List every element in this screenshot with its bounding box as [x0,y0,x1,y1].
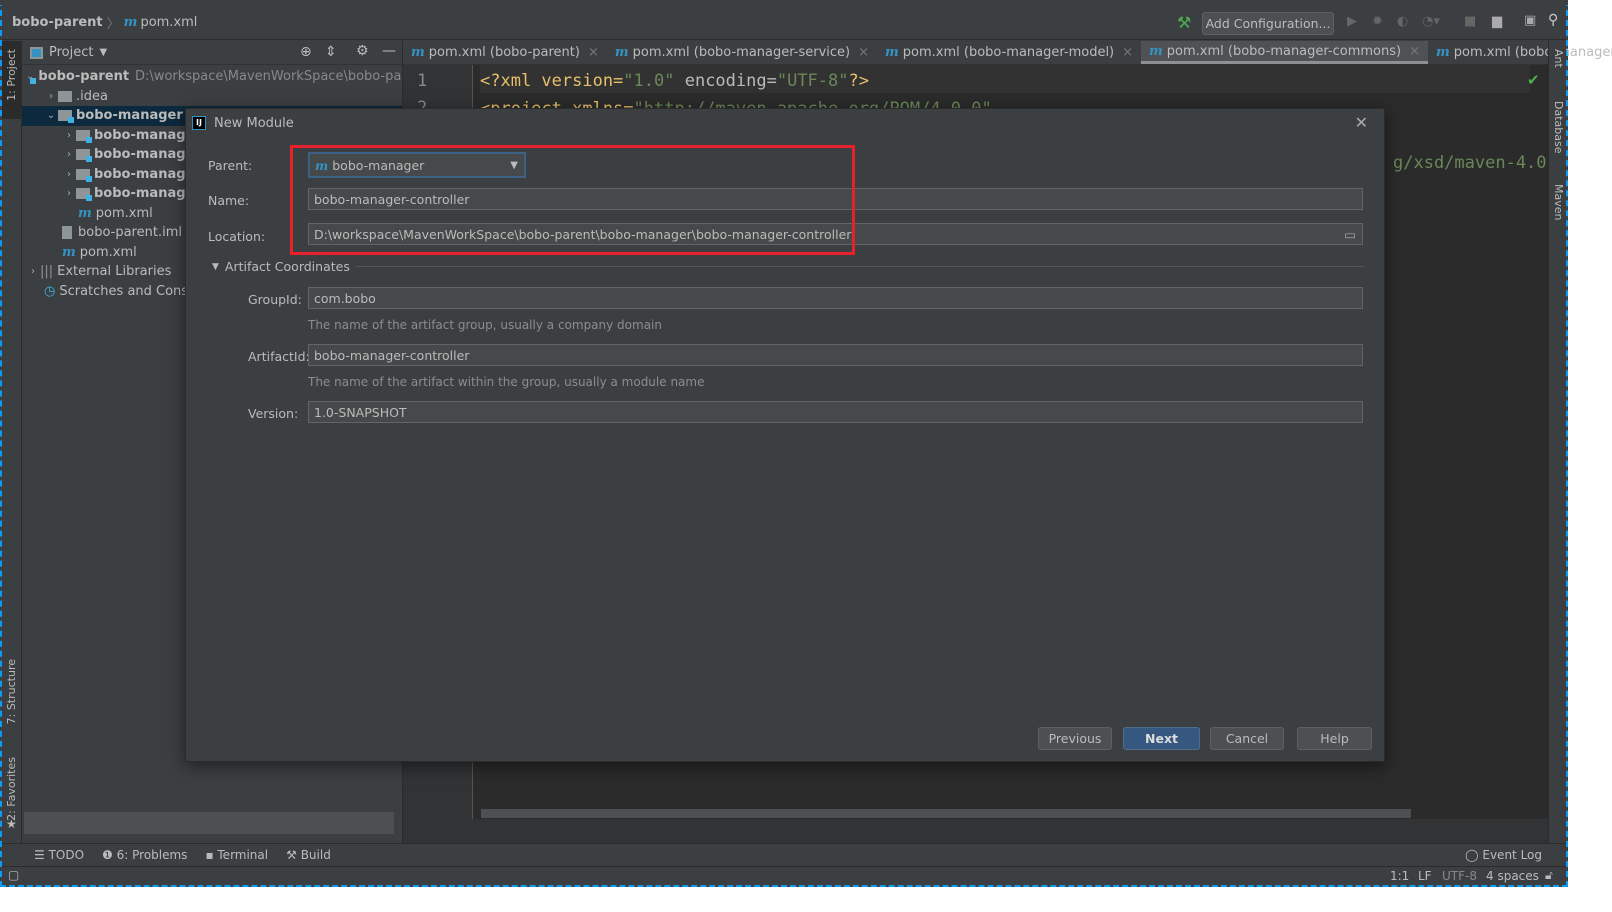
help-button[interactable]: Help [1297,727,1372,750]
editor-tabs: m pom.xml (bobo-parent) × m pom.xml (bobo-m… [403,41,1612,65]
project-tool-tab[interactable]: 1: Project [5,49,18,101]
close-icon[interactable]: ✕ [1355,113,1368,132]
close-icon: × [587,45,599,60]
tool-windows-toggle-icon[interactable]: ▢ [8,868,19,882]
highlight-annotation-box [290,145,855,255]
chevron-down-icon[interactable]: ▼ [99,47,107,58]
breadcrumb-file[interactable]: pom.xml [140,15,197,30]
collapse-all-icon[interactable]: ⇕ [325,44,337,60]
close-icon: × [1122,45,1134,60]
add-configuration-button[interactable]: Add Configuration... [1202,12,1334,35]
debug-icon[interactable]: ✹ [1372,14,1383,29]
groupid-hint: The name of the artifact group, usually … [308,318,662,332]
dialog-title: New Module [214,115,294,131]
line-separator[interactable]: LF [1418,869,1432,883]
maven-tool-tab[interactable]: Maven [1552,184,1565,220]
cancel-button[interactable]: Cancel [1210,727,1284,750]
artifactid-hint: The name of the artifact within the grou… [308,375,705,389]
ant-tool-tab[interactable]: Ant [1552,49,1565,68]
tree-item-bobo-parent[interactable]: ⌄ bobo-parent D:\workspace\MavenWorkSpace\… [22,67,402,87]
coverage-icon[interactable]: ◐ [1397,14,1408,29]
locate-icon[interactable]: ⊕ [300,44,312,60]
status-bar: ▢ 1:1 LF UTF-8 4 spaces 🔓︎ [2,866,1566,885]
project-view-icon [30,46,43,59]
gear-icon[interactable]: ⚙ [356,43,369,59]
tab-pom-bobo-parent[interactable]: m pom.xml (bobo-parent) × [403,41,607,64]
right-tool-strip: Ant Database Maven [1548,41,1566,843]
problems-tool[interactable]: ❶ 6: Problems [102,848,187,862]
collapse-triangle-icon: ▼ [212,261,219,272]
tool-window-bar: ☰ TODO ❶ 6: Problems ▪ Terminal ⚒ Build … [2,843,1566,866]
lock-icon[interactable]: 🔓︎ [1545,868,1553,883]
favorites-tool-tab[interactable]: 2: Favorites [5,757,18,821]
build-tool[interactable]: ⚒ Build [286,848,331,862]
parent-label: Parent: [208,158,253,173]
profile-icon[interactable]: ◔▾ [1422,14,1440,29]
close-icon: × [858,45,869,60]
run-icon[interactable]: ▶ [1347,14,1357,29]
name-label: Name: [208,193,250,208]
terminal-tool[interactable]: ▪ Terminal [205,848,268,862]
groupid-field[interactable]: com.bobo [308,287,1363,309]
artifactid-label: ArtifactId: [248,349,310,364]
navigation-bar: bobo-parent 〉 m pom.xml ⚒ Add Configurat… [2,5,1566,40]
editor-scrollbar[interactable] [481,809,1411,818]
horizontal-scrollbar[interactable] [24,812,394,834]
artifactid-field[interactable]: bobo-manager-controller [308,344,1363,366]
code-line-1[interactable]: <?xml version="1.0" encoding="UTF-8"?> [480,65,1530,93]
tab-pom-bobo-manager[interactable]: mpom.xml (bobo-manager)× [1428,41,1612,64]
presentation-icon[interactable]: ▣ [1524,13,1536,28]
tab-pom-bobo-manager-service[interactable]: m pom.xml (bobo-manager-service) × [607,41,877,64]
previous-button[interactable]: Previous [1038,727,1112,750]
location-label: Location: [208,229,266,244]
database-tool-tab[interactable]: Database [1552,101,1565,154]
close-icon: × [1409,43,1420,59]
indent-setting[interactable]: 4 spaces [1486,869,1539,883]
project-panel-header: Project ▼ ⊕ ⇕ ⚙ — [22,41,402,65]
version-label: Version: [248,406,299,421]
project-view-selector[interactable]: Project [49,45,93,60]
browse-folder-icon[interactable]: ▭ [1344,227,1356,242]
artifact-coordinates-section[interactable]: ▼ Artifact Coordinates [212,259,1364,274]
stop-icon[interactable]: ■ [1464,14,1476,29]
maven-icon: m [123,14,138,30]
version-field[interactable]: 1.0-SNAPSHOT [308,401,1363,423]
project-structure-icon[interactable]: ▆ [1492,14,1502,29]
build-hammer-icon[interactable]: ⚒ [1177,13,1191,32]
tree-item-idea[interactable]: › .idea [22,87,402,107]
structure-tool-tab[interactable]: 7: Structure [5,659,18,724]
tab-pom-bobo-manager-commons[interactable]: m pom.xml (bobo-manager-commons) × [1141,41,1428,64]
line-number: 1 [417,71,428,91]
event-log-tool[interactable]: ◯ Event Log [1465,848,1542,862]
star-icon: ★ [6,817,17,831]
minimize-icon[interactable]: — [382,43,396,59]
tab-pom-bobo-manager-model[interactable]: m pom.xml (bobo-manager-model) × [877,41,1141,64]
next-button[interactable]: Next [1123,727,1200,750]
dialog-title-bar: IJ New Module ✕ [186,109,1384,137]
todo-tool[interactable]: ☰ TODO [34,848,84,862]
groupid-label: GroupId: [248,292,302,307]
intellij-logo-icon: IJ [192,116,206,130]
search-icon[interactable]: ⚲ [1548,12,1558,28]
inspection-ok-icon[interactable]: ✔ [1527,71,1540,89]
code-line-3[interactable]: g/xsd/maven-4.0 [1393,153,1547,173]
breadcrumb-separator-icon: 〉 [106,16,120,32]
caret-position[interactable]: 1:1 [1390,869,1409,883]
file-encoding[interactable]: UTF-8 [1442,869,1477,883]
breadcrumb-project[interactable]: bobo-parent [12,15,103,30]
left-tool-strip: 1: Project 7: Structure 2: Favorites ★ [2,41,22,843]
